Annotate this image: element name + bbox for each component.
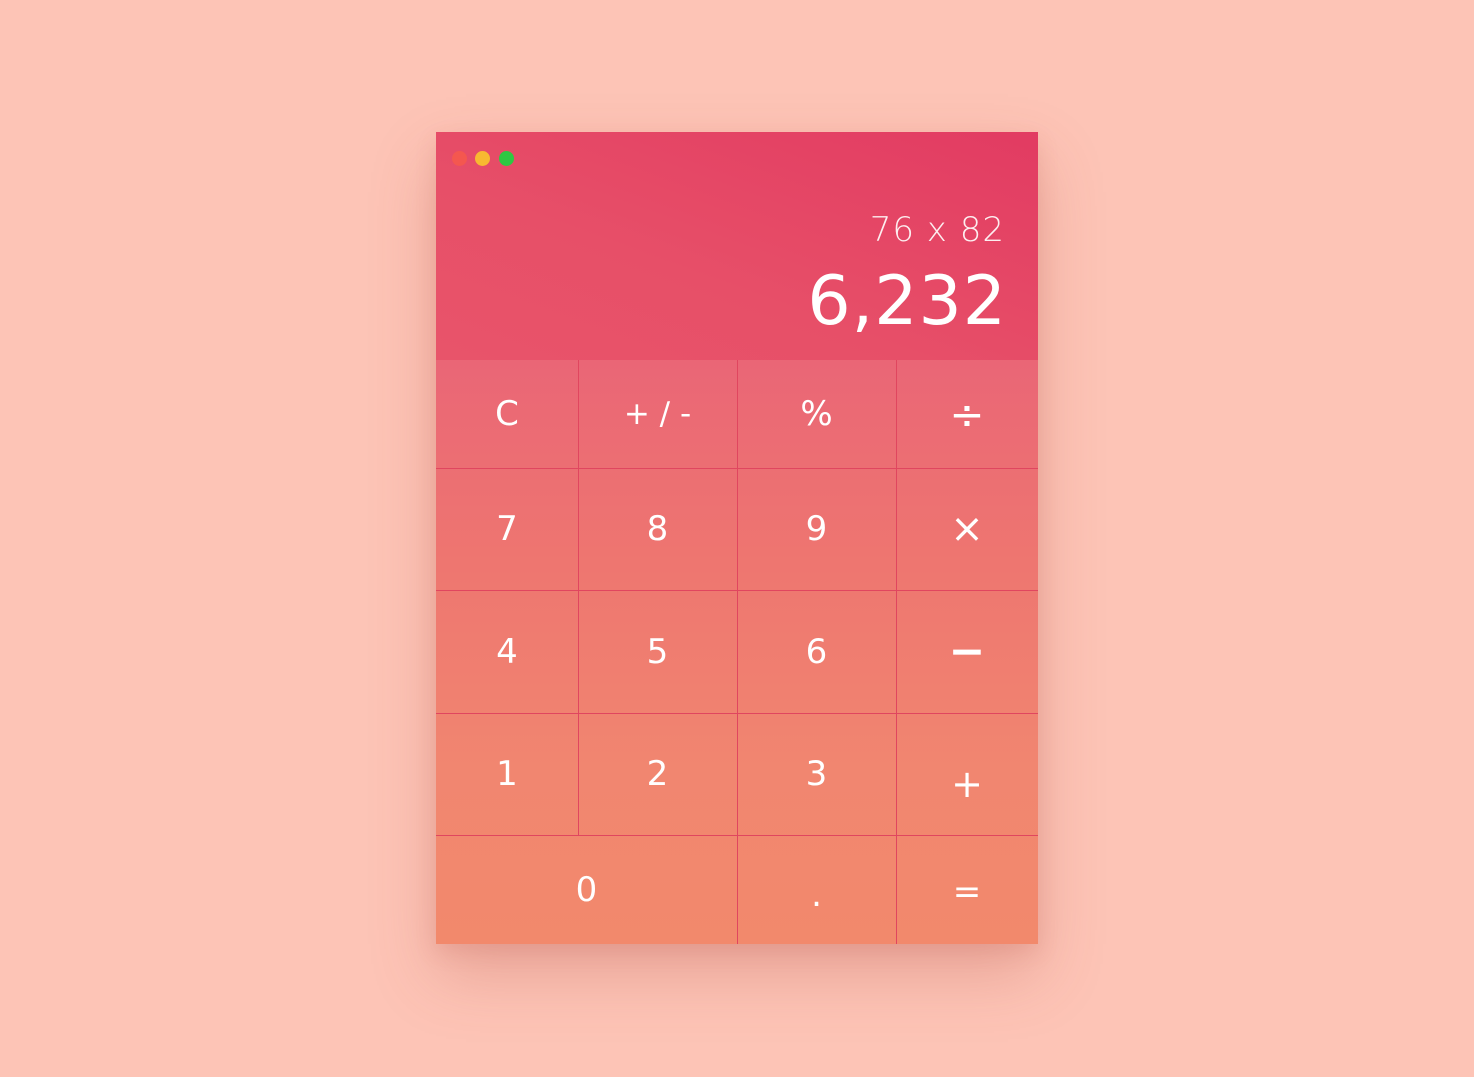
digit-8-button[interactable]: 8	[578, 468, 737, 590]
calculator-window: 76 x 82 6,232 C + / - % ÷ 7 8 9 × 4 5 6 …	[436, 132, 1038, 944]
keypad: C + / - % ÷ 7 8 9 × 4 5 6 − 1 2 3 + 0 . …	[436, 360, 1038, 944]
expression-text: 76 x 82	[869, 210, 1005, 250]
multiply-button[interactable]: ×	[896, 468, 1038, 590]
digit-1-button[interactable]: 1	[436, 713, 578, 835]
digit-3-button[interactable]: 3	[737, 713, 896, 835]
column-divider	[896, 360, 897, 944]
digit-7-button[interactable]: 7	[436, 468, 578, 590]
add-button[interactable]: +	[896, 723, 1038, 845]
clear-button[interactable]: C	[436, 360, 578, 468]
digit-4-button[interactable]: 4	[436, 590, 578, 713]
minimize-window-button[interactable]	[475, 151, 490, 166]
percent-button[interactable]: %	[737, 360, 896, 468]
column-divider	[578, 360, 579, 835]
equals-button[interactable]: =	[896, 840, 1038, 944]
digit-9-button[interactable]: 9	[737, 468, 896, 590]
zoom-window-button[interactable]	[499, 151, 514, 166]
result-text: 6,232	[807, 262, 1007, 341]
plus-minus-button[interactable]: + / -	[578, 360, 737, 468]
digit-2-button[interactable]: 2	[578, 713, 737, 835]
display-panel: 76 x 82 6,232	[436, 132, 1038, 360]
divide-button[interactable]: ÷	[896, 360, 1038, 468]
close-window-button[interactable]	[452, 151, 467, 166]
subtract-button[interactable]: −	[896, 590, 1038, 713]
digit-5-button[interactable]: 5	[578, 590, 737, 713]
decimal-button[interactable]: .	[737, 840, 896, 944]
digit-0-button[interactable]: 0	[436, 835, 737, 944]
column-divider	[737, 360, 738, 944]
digit-6-button[interactable]: 6	[737, 590, 896, 713]
